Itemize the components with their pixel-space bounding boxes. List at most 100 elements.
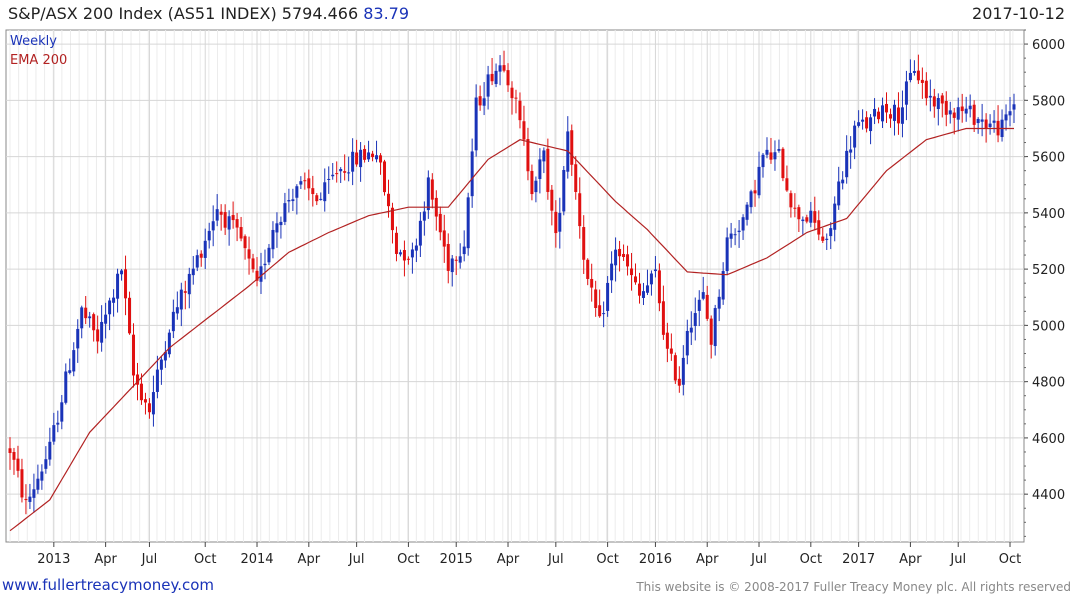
- candle-body: [8, 448, 12, 454]
- candle-body: [470, 151, 474, 197]
- candle-body: [295, 186, 299, 198]
- candle-body: [307, 178, 311, 189]
- candle-body: [92, 314, 96, 331]
- candle-body: [406, 258, 410, 260]
- candle-body: [928, 95, 932, 98]
- candle-body: [482, 98, 486, 106]
- website-link[interactable]: www.fullertreacymoney.com: [2, 576, 214, 594]
- candle-body: [446, 243, 450, 271]
- candle-body: [279, 221, 283, 226]
- candle-body: [327, 178, 331, 180]
- candle-body: [454, 259, 458, 261]
- candle-body: [717, 296, 721, 309]
- candle-body: [797, 207, 801, 220]
- candle-body: [112, 297, 116, 303]
- candle-body: [574, 164, 578, 192]
- candle-body: [622, 253, 626, 257]
- candle-body: [940, 95, 944, 104]
- candle-body: [355, 152, 359, 165]
- candle-body: [885, 103, 889, 113]
- x-tick-label: Jul: [547, 552, 564, 567]
- candle-body: [861, 119, 865, 122]
- candle-body: [653, 269, 657, 272]
- candle-body: [992, 120, 996, 123]
- candle-body: [988, 123, 992, 128]
- candle-body: [108, 300, 112, 315]
- candle-body: [430, 179, 434, 200]
- x-tick-label: 2013: [37, 552, 70, 567]
- candle-body: [805, 217, 809, 222]
- candle-body: [725, 237, 729, 272]
- x-tick-label: 2016: [639, 552, 672, 567]
- candle-body: [968, 105, 972, 110]
- candle-body: [132, 334, 136, 376]
- candle-body: [383, 161, 387, 193]
- candle-body: [44, 459, 48, 469]
- candle-body: [375, 155, 379, 160]
- candle-body: [223, 212, 227, 228]
- candle-body: [64, 371, 68, 403]
- candle-body: [490, 73, 494, 82]
- candle-body: [845, 150, 849, 178]
- candle-body: [920, 79, 924, 83]
- candle-body: [371, 153, 375, 158]
- candle-body: [120, 270, 124, 275]
- candle-body: [932, 96, 936, 107]
- candle-body: [414, 245, 418, 251]
- x-tick-label: Oct: [800, 552, 822, 567]
- candle-body: [367, 152, 371, 160]
- legend-weekly: Weekly: [10, 34, 57, 49]
- candle-body: [175, 307, 179, 314]
- candle-body: [351, 151, 355, 172]
- candle-body: [546, 148, 550, 192]
- candle-body: [737, 230, 741, 233]
- candle-body: [219, 211, 223, 215]
- candle-body: [705, 294, 709, 319]
- candle-body: [518, 100, 522, 121]
- candle-body: [530, 170, 534, 195]
- candle-body: [52, 425, 56, 442]
- candle-body: [155, 369, 159, 392]
- candle-body: [76, 328, 80, 349]
- candle-body: [888, 114, 892, 119]
- copyright-text: This website is © 2008-2017 Fuller Treac…: [636, 580, 1071, 594]
- plot-frame: [5, 29, 1025, 543]
- candle-body: [721, 271, 725, 300]
- candle-body: [952, 112, 956, 118]
- candle-body: [167, 332, 171, 355]
- candle-body: [251, 258, 255, 270]
- candle-body: [502, 65, 506, 71]
- candle-body: [857, 122, 861, 126]
- candle-body: [239, 227, 243, 239]
- candle-body: [96, 329, 100, 342]
- candle-body: [626, 254, 630, 267]
- candle-body: [637, 283, 641, 296]
- candle-body: [195, 255, 199, 268]
- candle-body: [936, 98, 940, 110]
- x-tick-label: Apr: [298, 552, 321, 567]
- y-tick-label: 5800: [1032, 94, 1065, 109]
- candle-body: [143, 399, 147, 403]
- candle-body: [841, 179, 845, 184]
- candle-body: [32, 489, 36, 498]
- x-tick-label: Jul: [750, 552, 767, 567]
- candle-body: [211, 221, 215, 231]
- y-tick-label: 6000: [1032, 38, 1065, 53]
- candle-body: [542, 150, 546, 162]
- candle-body: [323, 182, 327, 202]
- candle-body: [964, 108, 968, 114]
- candle-body: [458, 256, 462, 263]
- candle-body: [590, 278, 594, 288]
- grid-layer: [5, 29, 1025, 543]
- candle-body: [24, 499, 28, 501]
- candle-body: [594, 289, 598, 308]
- candle-body: [207, 230, 211, 241]
- candle-body: [359, 149, 363, 168]
- candle-body: [896, 107, 900, 124]
- y-tick-label: 5400: [1032, 207, 1065, 222]
- candle-body: [331, 174, 335, 177]
- candle-body: [837, 181, 841, 206]
- candle-body: [960, 106, 964, 112]
- candle-body: [881, 105, 885, 122]
- candle-body: [900, 107, 904, 124]
